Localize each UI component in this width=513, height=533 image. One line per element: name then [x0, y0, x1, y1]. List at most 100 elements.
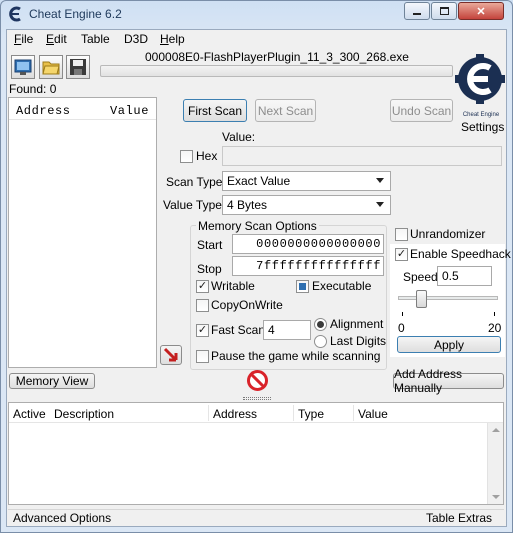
unrandomizer-label: Unrandomizer — [410, 227, 486, 241]
menu-help[interactable]: Help — [160, 32, 185, 46]
scan-type-label: Scan Type — [166, 175, 223, 189]
executable-label: Executable — [312, 279, 372, 293]
unrandomizer-checkbox[interactable] — [395, 228, 408, 241]
scroll-up-icon[interactable] — [492, 428, 500, 432]
executable-checkbox[interactable] — [296, 280, 309, 293]
open-process-icon — [14, 59, 32, 75]
fast-scan-checkbox[interactable]: ✓ — [196, 324, 209, 337]
menu-d3d[interactable]: D3D — [124, 32, 148, 46]
open-file-button[interactable] — [39, 55, 63, 79]
results-address-header[interactable]: Address — [16, 104, 71, 118]
pause-game-label: Pause the game while scanning — [211, 349, 381, 363]
results-value-header[interactable]: Value — [110, 104, 149, 118]
maximize-button[interactable] — [431, 2, 457, 20]
slider-tick — [402, 312, 403, 316]
app-icon — [7, 6, 23, 22]
first-scan-button[interactable]: First Scan — [183, 99, 247, 122]
hex-checkbox[interactable] — [180, 150, 193, 163]
open-folder-icon — [42, 61, 60, 75]
copy-on-write-label: CopyOnWrite — [211, 298, 283, 312]
apply-button[interactable]: Apply — [397, 336, 501, 353]
speed-slider-track[interactable] — [398, 296, 498, 300]
undo-scan-button[interactable]: Undo Scan — [390, 99, 453, 122]
memory-scan-options-title: Memory Scan Options — [196, 219, 319, 233]
speed-label: Speed — [403, 270, 438, 284]
red-arrow-icon — [163, 347, 178, 362]
fast-scan-label: Fast Scan — [211, 323, 266, 337]
alignment-label: Alignment — [330, 317, 384, 331]
column-value[interactable]: Value — [358, 407, 388, 421]
logo-caption: Cheat Engine — [462, 112, 500, 118]
value-input[interactable] — [222, 146, 502, 166]
memory-view-button[interactable]: Memory View — [9, 373, 95, 389]
column-address[interactable]: Address — [213, 407, 257, 421]
stop-sign-icon — [247, 370, 268, 391]
results-header: Address Value — [9, 98, 156, 120]
column-type[interactable]: Type — [298, 407, 324, 421]
stop-button[interactable] — [247, 370, 268, 391]
settings-logo-button[interactable] — [454, 54, 506, 116]
pause-game-checkbox[interactable] — [196, 350, 209, 363]
column-description[interactable]: Description — [54, 407, 114, 421]
results-list[interactable]: Address Value — [8, 97, 157, 368]
scan-type-select[interactable]: Exact Value — [222, 171, 391, 191]
add-to-list-button[interactable] — [160, 345, 182, 365]
menu-file[interactable]: File — [14, 32, 33, 46]
copy-on-write-checkbox[interactable] — [196, 299, 209, 312]
alignment-radio[interactable] — [314, 318, 327, 331]
last-digits-label: Last Digits — [330, 334, 387, 348]
maximize-icon — [439, 7, 449, 15]
hex-label: Hex — [196, 149, 218, 163]
save-disk-icon — [70, 59, 86, 75]
save-button[interactable] — [66, 55, 90, 79]
window-title: Cheat Engine 6.2 — [29, 7, 122, 21]
writable-label: Writable — [211, 279, 255, 293]
slider-tick — [494, 312, 495, 316]
advanced-options-label[interactable]: Advanced Options — [13, 511, 111, 525]
minimize-button[interactable] — [404, 2, 430, 20]
menu-edit[interactable]: Edit — [46, 32, 67, 46]
speed-slider-thumb[interactable] — [416, 290, 427, 308]
column-divider — [293, 405, 294, 421]
column-active[interactable]: Active — [13, 407, 46, 421]
enable-speedhack-label: Enable Speedhack — [410, 247, 511, 261]
open-process-button[interactable] — [11, 55, 35, 79]
scan-type-value: Exact Value — [227, 174, 291, 188]
start-label: Start — [197, 238, 223, 252]
stop-label: Stop — [197, 262, 222, 276]
column-divider — [353, 405, 354, 421]
value-type-value: 4 Bytes — [227, 198, 268, 212]
settings-label[interactable]: Settings — [461, 120, 504, 134]
next-scan-button[interactable]: Next Scan — [255, 99, 316, 122]
speed-min-label: 0 — [398, 321, 405, 335]
vertical-scrollbar[interactable] — [487, 423, 503, 504]
scroll-down-icon[interactable] — [492, 495, 500, 499]
chevron-down-icon — [376, 202, 384, 207]
speed-max-label: 20 — [488, 321, 502, 335]
value-type-label: Value Type — [163, 198, 222, 212]
close-icon: ✕ — [476, 5, 486, 18]
stop-address-input[interactable]: 7fffffffffffffff — [232, 256, 384, 276]
column-divider — [208, 405, 209, 421]
chevron-down-icon — [376, 178, 384, 183]
menu-table[interactable]: Table — [81, 32, 110, 46]
minimize-icon — [413, 13, 421, 15]
address-table[interactable]: Active Description Address Type Value — [8, 402, 504, 505]
found-count: Found: 0 — [9, 82, 57, 96]
close-button[interactable]: ✕ — [458, 2, 504, 20]
value-type-select[interactable]: 4 Bytes — [222, 195, 391, 215]
process-name: 000008E0-FlashPlayerPlugin_11_3_300_268.… — [145, 50, 409, 64]
last-digits-radio[interactable] — [314, 335, 327, 348]
address-table-header: Active Description Address Type Value — [9, 403, 503, 423]
writable-checkbox[interactable]: ✓ — [196, 280, 209, 293]
add-address-manually-button[interactable]: Add Address Manually — [393, 367, 504, 395]
value-label: Value: — [222, 130, 256, 144]
start-address-input[interactable]: 0000000000000000 — [232, 234, 384, 254]
progress-bar — [100, 65, 453, 77]
table-extras-label[interactable]: Table Extras — [426, 511, 492, 525]
splitter-handle[interactable] — [243, 397, 271, 400]
fast-scan-input[interactable]: 4 — [263, 320, 311, 340]
enable-speedhack-checkbox[interactable]: ✓ — [395, 248, 408, 261]
cheat-engine-logo-icon — [455, 54, 505, 104]
speed-input[interactable]: 0.5 — [437, 266, 492, 286]
